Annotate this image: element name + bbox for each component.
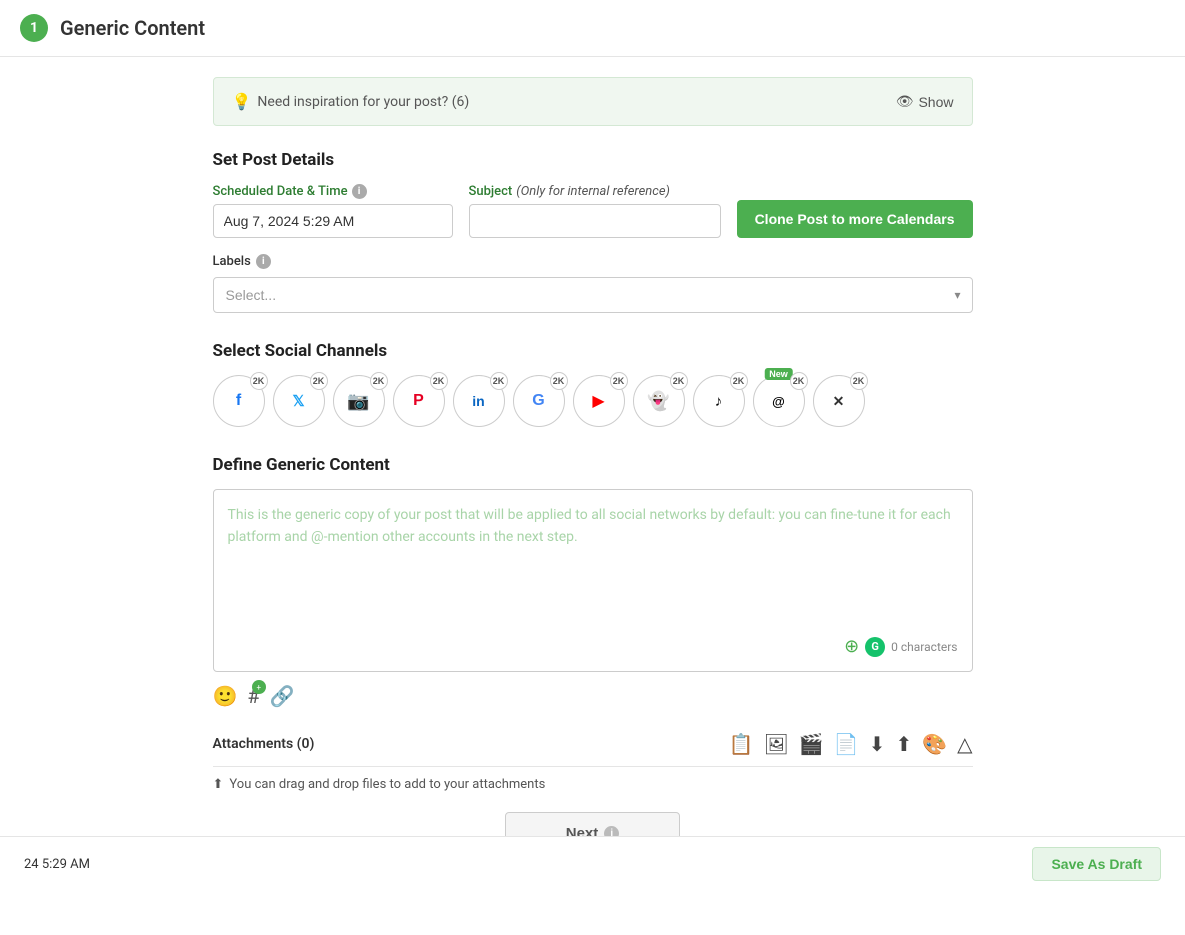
content-textarea[interactable]	[228, 504, 958, 624]
channel-google[interactable]: G 2K	[513, 375, 565, 427]
attachments-count: (0)	[297, 736, 315, 752]
define-content-section: Define Generic Content This is the gener…	[213, 455, 973, 712]
attachment-image-icon[interactable]: 🖼	[763, 732, 788, 756]
channel-x[interactable]: ✕ 2K	[813, 375, 865, 427]
google-icon: G	[532, 392, 544, 410]
threads-icon: @	[772, 394, 785, 409]
attachment-drive-icon[interactable]: △	[957, 732, 972, 756]
tiktok-icon: ♪	[715, 393, 723, 410]
pinterest-icon: P	[413, 392, 424, 410]
emoji-icon[interactable]: 🙂	[213, 684, 238, 708]
x-badge: 2K	[850, 372, 868, 390]
instagram-badge: 2K	[370, 372, 388, 390]
scheduled-date-group: Scheduled Date & Time i	[213, 184, 453, 238]
attachments-header: Attachments (0) 📋 🖼 🎬 📄 ⬇ ⬆ 🎨 △	[213, 732, 973, 756]
youtube-badge: 2K	[610, 372, 628, 390]
bottom-date: 24 5:29 AM	[24, 857, 90, 872]
scheduled-date-input[interactable]	[213, 204, 453, 238]
char-count-row: ⊕ G 0 characters	[228, 636, 958, 657]
hashtag-icon[interactable]: # +	[247, 684, 259, 708]
post-details-title: Set Post Details	[213, 150, 973, 170]
show-label: Show	[918, 94, 953, 110]
clone-post-button[interactable]: Clone Post to more Calendars	[737, 200, 973, 238]
social-channels-section: Select Social Channels f 2K 𝕏 2K 📷 2K P …	[213, 341, 973, 427]
google-badge: 2K	[550, 372, 568, 390]
labels-info-icon[interactable]: i	[256, 254, 271, 269]
scheduled-date-info-icon[interactable]: i	[352, 184, 367, 199]
step-badge: 1	[20, 14, 48, 42]
threads-badge: 2K	[790, 372, 808, 390]
channel-twitter[interactable]: 𝕏 2K	[273, 375, 325, 427]
twitter-icon: 𝕏	[292, 392, 304, 410]
attachments-title: Attachments (0)	[213, 736, 315, 752]
link-icon[interactable]: 🔗	[270, 684, 295, 708]
drag-hint-text: You can drag and drop files to add to yo…	[229, 777, 545, 792]
channel-linkedin[interactable]: in 2K	[453, 375, 505, 427]
subject-label: Subject (Only for internal reference)	[469, 184, 721, 199]
attachment-video-icon[interactable]: 🎬	[799, 732, 824, 756]
twitter-badge: 2K	[310, 372, 328, 390]
lightbulb-icon: 💡	[232, 92, 252, 111]
snapchat-icon: 👻	[647, 391, 669, 412]
labels-select-wrapper: Select... ▾	[213, 277, 973, 313]
bottom-bar: 24 5:29 AM Save As Draft	[0, 836, 1185, 891]
attachments-section: Attachments (0) 📋 🖼 🎬 📄 ⬇ ⬆ 🎨 △ ⬆ You ca…	[213, 732, 973, 792]
channel-threads[interactable]: New @ 2K	[753, 375, 805, 427]
page-title: Generic Content	[60, 16, 205, 40]
attachment-file-icon[interactable]: 📋	[729, 732, 754, 756]
drag-drop-hint: ⬆ You can drag and drop files to add to …	[213, 766, 973, 792]
inspiration-bar: 💡 Need inspiration for your post? (6) 👁 …	[213, 77, 973, 126]
tiktok-badge: 2K	[730, 372, 748, 390]
channel-youtube[interactable]: ▶ 2K	[573, 375, 625, 427]
upload-icon: ⬆	[213, 777, 224, 792]
channels-row: f 2K 𝕏 2K 📷 2K P 2K in 2K	[213, 375, 973, 427]
x-icon: ✕	[833, 393, 845, 410]
facebook-badge: 2K	[250, 372, 268, 390]
char-count: 0 characters	[891, 640, 957, 654]
channel-instagram[interactable]: 📷 2K	[333, 375, 385, 427]
grammarly-icon: G	[865, 637, 885, 657]
main-content: 💡 Need inspiration for your post? (6) 👁 …	[193, 57, 993, 935]
pinterest-badge: 2K	[430, 372, 448, 390]
show-inspiration-button[interactable]: 👁 Show	[896, 93, 954, 110]
hashtag-badge: +	[252, 680, 266, 694]
labels-label: Labels i	[213, 254, 973, 269]
channel-tiktok[interactable]: ♪ 2K	[693, 375, 745, 427]
step-number: 1	[30, 20, 38, 36]
post-details-section: Set Post Details Scheduled Date & Time i…	[213, 150, 973, 313]
snapchat-badge: 2K	[670, 372, 688, 390]
ai-suggestions-icon[interactable]: ⊕	[844, 636, 859, 657]
subject-group: Subject (Only for internal reference)	[469, 184, 721, 238]
social-channels-title: Select Social Channels	[213, 341, 973, 361]
attachment-color-icon[interactable]: 🎨	[922, 732, 947, 756]
attachment-export-icon[interactable]: ⬆	[895, 732, 912, 756]
youtube-icon: ▶	[592, 391, 604, 411]
eye-icon: 👁	[896, 93, 914, 110]
linkedin-badge: 2K	[490, 372, 508, 390]
labels-select[interactable]: Select...	[213, 277, 973, 313]
fields-row: Scheduled Date & Time i Subject (Only fo…	[213, 184, 973, 238]
define-content-title: Define Generic Content	[213, 455, 973, 475]
scheduled-date-label: Scheduled Date & Time i	[213, 184, 453, 199]
labels-section: Labels i Select... ▾	[213, 254, 973, 313]
page-header: 1 Generic Content	[0, 0, 1185, 57]
save-draft-button[interactable]: Save As Draft	[1032, 847, 1161, 881]
instagram-icon: 📷	[347, 391, 369, 412]
attachment-icons: 📋 🖼 🎬 📄 ⬇ ⬆ 🎨 △	[729, 732, 973, 756]
attachment-doc-icon[interactable]: 📄	[834, 732, 859, 756]
subject-input[interactable]	[469, 204, 721, 238]
linkedin-icon: in	[472, 393, 484, 409]
attachment-download-icon[interactable]: ⬇	[869, 732, 886, 756]
channel-pinterest[interactable]: P 2K	[393, 375, 445, 427]
channel-snapchat[interactable]: 👻 2K	[633, 375, 685, 427]
content-toolbar: 🙂 # + 🔗	[213, 680, 973, 712]
inspiration-text: Need inspiration for your post? (6)	[257, 94, 469, 110]
new-badge-label: New	[764, 368, 793, 380]
content-textarea-wrapper: This is the generic copy of your post th…	[213, 489, 973, 672]
facebook-icon: f	[236, 392, 241, 410]
channel-facebook[interactable]: f 2K	[213, 375, 265, 427]
